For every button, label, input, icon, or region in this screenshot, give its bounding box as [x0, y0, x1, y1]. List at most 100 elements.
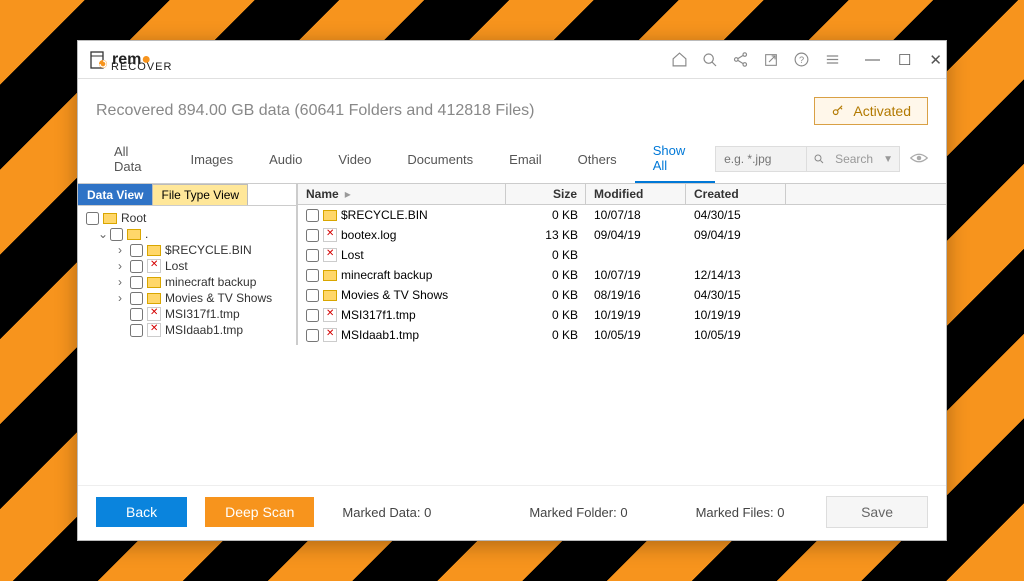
- table-row[interactable]: Lost0 KB: [298, 245, 946, 265]
- tree-root[interactable]: Root: [84, 210, 290, 226]
- tab-email[interactable]: Email: [491, 144, 560, 175]
- file-list: Name▸ Size Modified Created $RECYCLE.BIN…: [298, 184, 946, 345]
- tab-audio[interactable]: Audio: [251, 144, 320, 175]
- tree-item[interactable]: MSI317f1.tmp: [84, 306, 290, 322]
- view-tabs: Data View File Type View: [78, 184, 296, 206]
- titlebar: rem● RECOVER ? — ☐ ✕: [78, 41, 946, 79]
- column-name[interactable]: Name▸: [298, 184, 506, 204]
- folder-icon: [147, 277, 161, 288]
- activated-button[interactable]: Activated: [814, 97, 928, 125]
- tab-show-all[interactable]: Show All: [635, 135, 715, 183]
- tree-checkbox[interactable]: [130, 260, 143, 273]
- file-x-icon: [323, 228, 337, 242]
- row-checkbox[interactable]: [306, 269, 319, 282]
- marked-folder: Marked Folder: 0: [529, 505, 627, 520]
- folder-icon: [103, 213, 117, 224]
- marked-files: Marked Files: 0: [696, 505, 785, 520]
- table-row[interactable]: Movies & TV Shows0 KB08/19/1604/30/15: [298, 285, 946, 305]
- file-x-icon: [147, 259, 161, 273]
- row-checkbox[interactable]: [306, 289, 319, 302]
- row-checkbox[interactable]: [306, 309, 319, 322]
- tree-item[interactable]: ›$RECYCLE.BIN: [84, 242, 290, 258]
- search-magnify-icon[interactable]: [806, 147, 831, 171]
- folder-icon: [127, 229, 141, 240]
- tree-checkbox[interactable]: [130, 308, 143, 321]
- tab-file-type-view[interactable]: File Type View: [152, 184, 248, 205]
- tab-data-view[interactable]: Data View: [78, 184, 152, 205]
- search-input[interactable]: [716, 152, 806, 166]
- tab-others[interactable]: Others: [560, 144, 635, 175]
- tree-dot[interactable]: ⌄.: [84, 226, 290, 242]
- tree-checkbox[interactable]: [130, 244, 143, 257]
- file-x-icon: [147, 307, 161, 321]
- folder-icon: [147, 245, 161, 256]
- marked-data: Marked Data: 0: [342, 505, 431, 520]
- filter-tabs: All Data Images Audio Video Documents Em…: [78, 135, 946, 184]
- row-checkbox[interactable]: [306, 229, 319, 242]
- tree-checkbox[interactable]: [110, 228, 123, 241]
- tree-item[interactable]: ›Movies & TV Shows: [84, 290, 290, 306]
- folder-icon: [147, 293, 161, 304]
- file-x-icon: [323, 248, 337, 262]
- table-header: Name▸ Size Modified Created: [298, 184, 946, 205]
- svg-text:?: ?: [799, 55, 804, 65]
- folder-tree: Root ⌄. ›$RECYCLE.BIN ›Lost ›minecraft b…: [78, 206, 296, 342]
- expand-icon[interactable]: ›: [118, 291, 128, 305]
- tree-checkbox[interactable]: [130, 276, 143, 289]
- logo-text: RECOVER: [111, 61, 172, 73]
- folder-icon: [323, 270, 337, 281]
- search-box: Search ▼: [715, 146, 900, 172]
- tree-item[interactable]: ›minecraft backup: [84, 274, 290, 290]
- share-icon[interactable]: [732, 51, 749, 68]
- recovery-summary: Recovered 894.00 GB data (60641 Folders …: [96, 102, 535, 120]
- save-button[interactable]: Save: [826, 496, 928, 528]
- tree-checkbox[interactable]: [86, 212, 99, 225]
- column-modified[interactable]: Modified: [586, 184, 686, 204]
- row-checkbox[interactable]: [306, 249, 319, 262]
- tab-video[interactable]: Video: [320, 144, 389, 175]
- tab-all-data[interactable]: All Data: [96, 136, 173, 182]
- search-label[interactable]: Search: [831, 152, 877, 166]
- table-row[interactable]: minecraft backup0 KB10/07/1912/14/13: [298, 265, 946, 285]
- expand-icon[interactable]: ›: [118, 259, 128, 273]
- file-x-icon: [323, 328, 337, 342]
- external-link-icon[interactable]: [763, 52, 779, 68]
- back-button[interactable]: Back: [96, 497, 187, 527]
- tab-documents[interactable]: Documents: [389, 144, 491, 175]
- row-checkbox[interactable]: [306, 209, 319, 222]
- table-row[interactable]: MSI317f1.tmp0 KB10/19/1910/19/19: [298, 305, 946, 325]
- sidebar: Data View File Type View Root ⌄. ›$RECYC…: [78, 184, 298, 345]
- folder-icon: [323, 210, 337, 221]
- home-icon[interactable]: [671, 51, 688, 68]
- footer: Back Deep Scan Marked Data: 0 Marked Fol…: [78, 485, 946, 534]
- maximize-button[interactable]: ☐: [898, 51, 911, 69]
- header: Recovered 894.00 GB data (60641 Folders …: [78, 79, 946, 135]
- tree-item[interactable]: ›Lost: [84, 258, 290, 274]
- column-size[interactable]: Size: [506, 184, 586, 204]
- expand-icon[interactable]: ›: [118, 275, 128, 289]
- search-dropdown-caret[interactable]: ▼: [877, 154, 899, 165]
- titlebar-icons: ? — ☐ ✕: [671, 51, 942, 69]
- collapse-icon[interactable]: ⌄: [98, 227, 108, 241]
- minimize-button[interactable]: —: [865, 51, 880, 69]
- expand-icon[interactable]: ›: [118, 243, 128, 257]
- key-icon: [831, 104, 845, 118]
- close-button[interactable]: ✕: [929, 51, 942, 69]
- deep-scan-button[interactable]: Deep Scan: [205, 497, 314, 527]
- help-icon[interactable]: ?: [793, 51, 810, 68]
- column-extra: [786, 184, 946, 204]
- tab-images[interactable]: Images: [173, 144, 252, 175]
- menu-icon[interactable]: [824, 51, 841, 68]
- table-row[interactable]: $RECYCLE.BIN0 KB10/07/1804/30/15: [298, 205, 946, 225]
- search-icon[interactable]: [702, 52, 718, 68]
- tree-item[interactable]: MSIdaab1.tmp: [84, 322, 290, 338]
- eye-icon[interactable]: [910, 152, 928, 167]
- column-created[interactable]: Created: [686, 184, 786, 204]
- table-row[interactable]: bootex.log13 KB09/04/1909/04/19: [298, 225, 946, 245]
- tree-checkbox[interactable]: [130, 324, 143, 337]
- table-row[interactable]: MSIdaab1.tmp0 KB10/05/1910/05/19: [298, 325, 946, 345]
- file-x-icon: [147, 323, 161, 337]
- file-x-icon: [323, 308, 337, 322]
- tree-checkbox[interactable]: [130, 292, 143, 305]
- row-checkbox[interactable]: [306, 329, 319, 342]
